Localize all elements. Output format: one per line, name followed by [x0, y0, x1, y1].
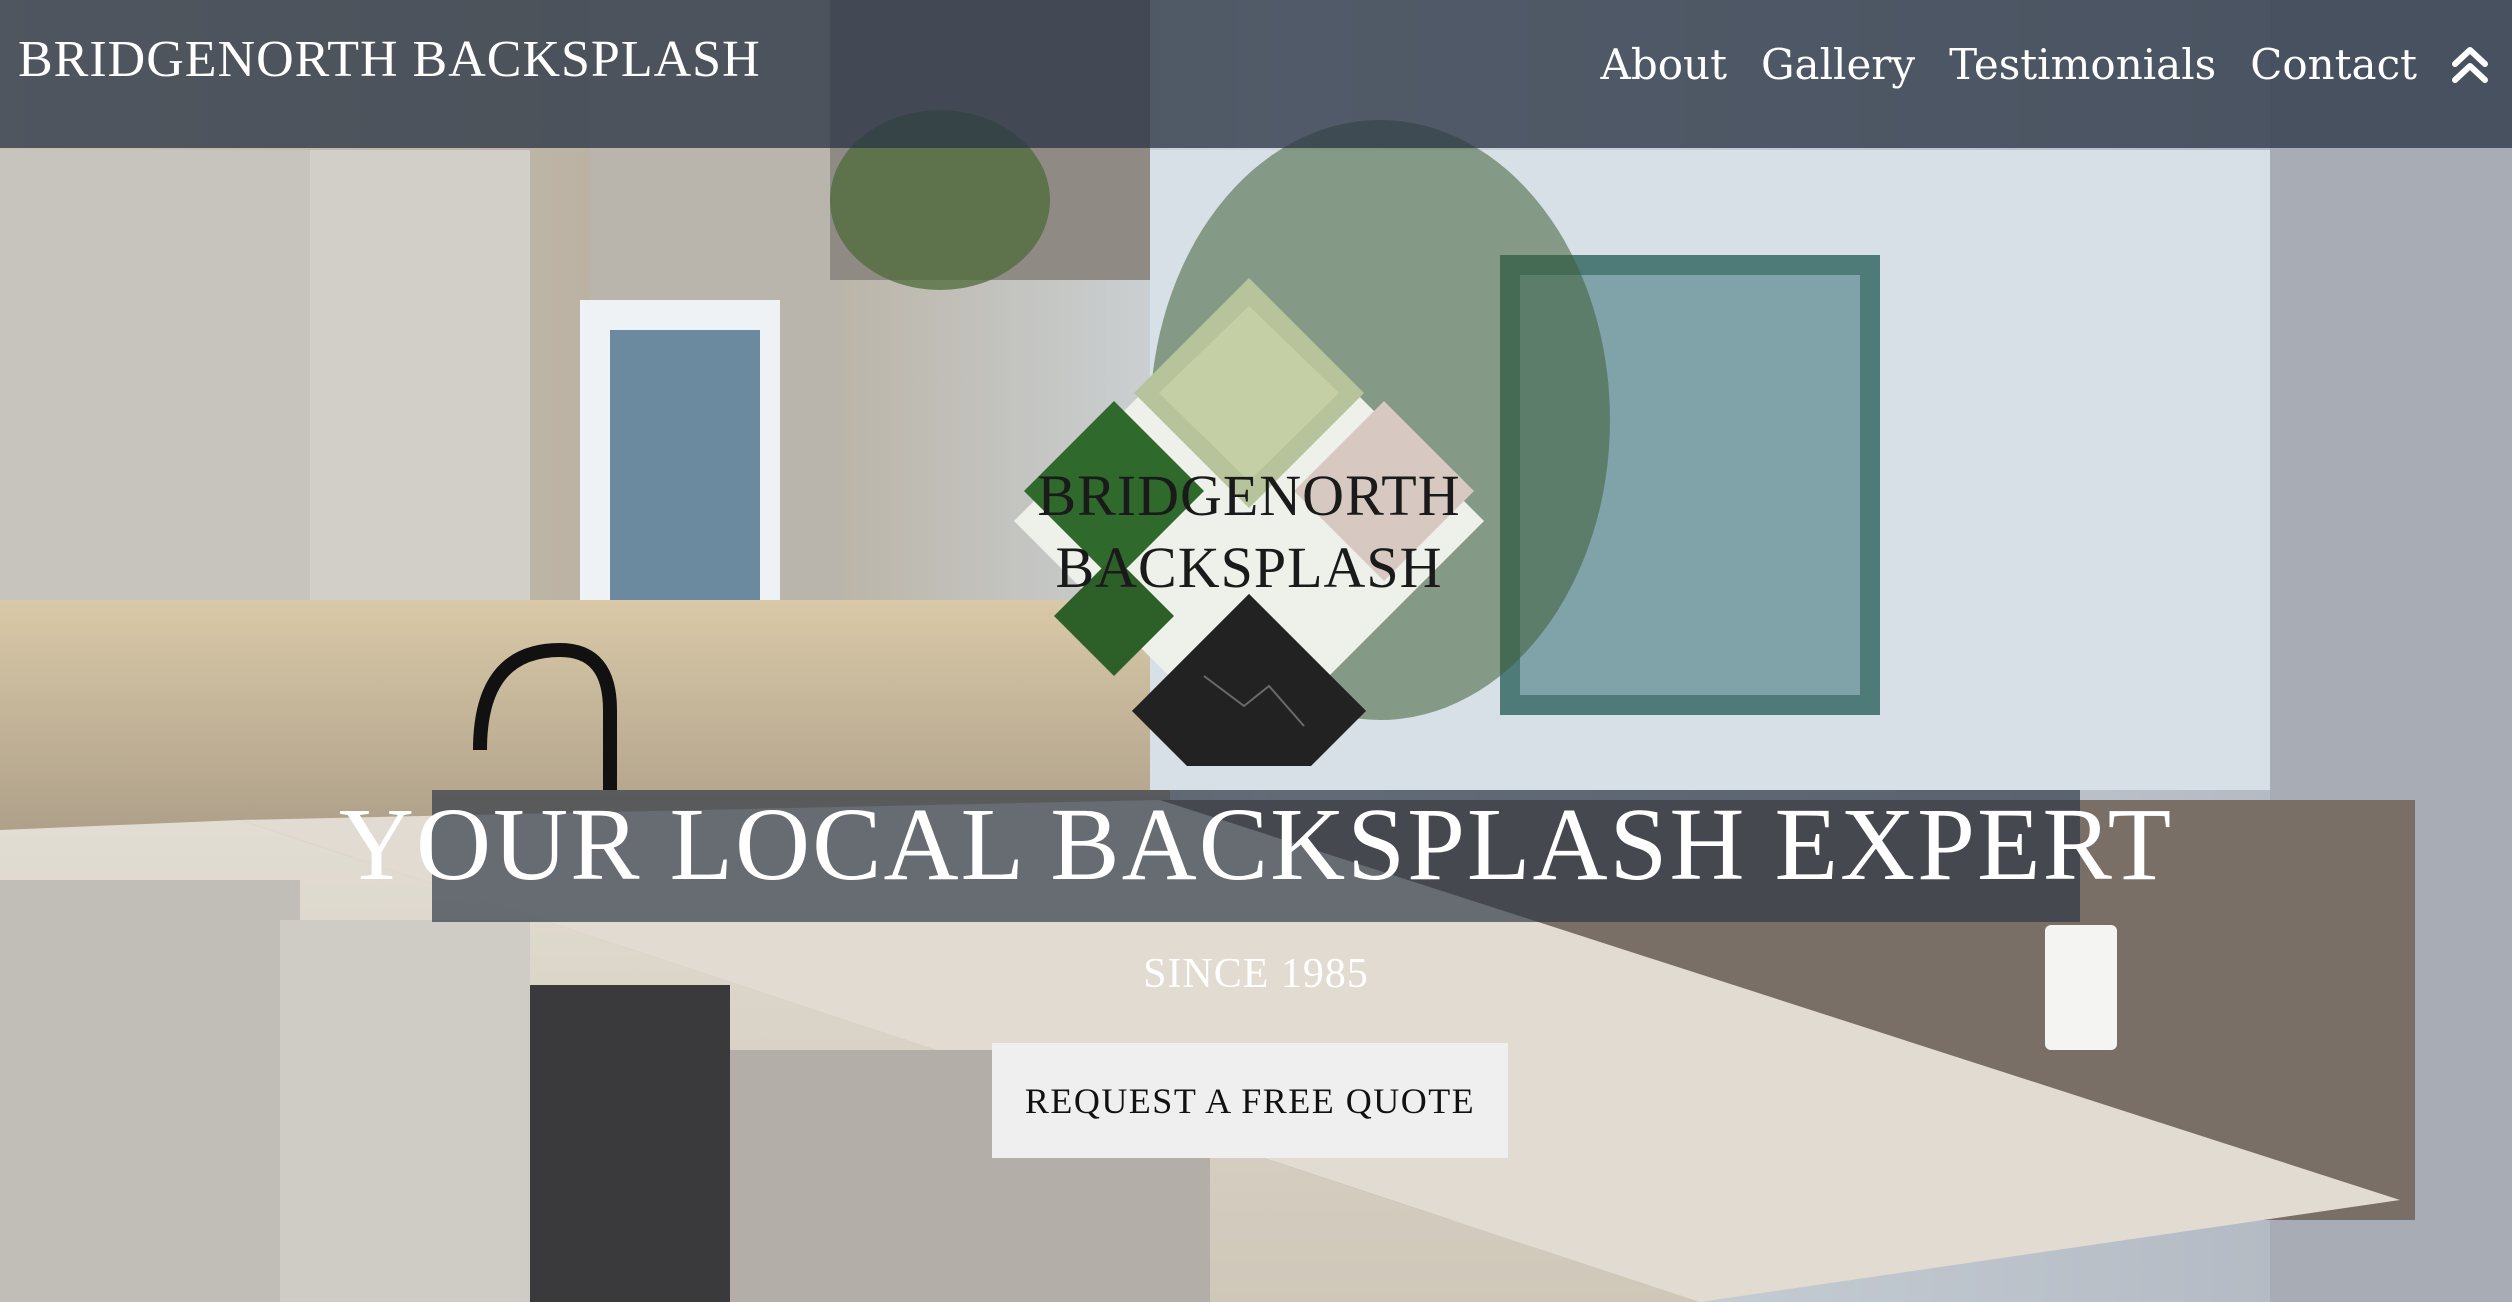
site-brand[interactable]: BRIDGENORTH BACKSPLASH [18, 30, 761, 89]
top-navbar: BRIDGENORTH BACKSPLASH About Gallery Tes… [0, 0, 2512, 148]
logo-text-line2: BACKSPLASH [1055, 535, 1443, 600]
request-quote-button[interactable]: REQUEST A FREE QUOTE [992, 1043, 1508, 1158]
nav-item-testimonials[interactable]: Testimonials [1949, 40, 2216, 89]
logo: BRIDGENORTH BACKSPLASH [1004, 276, 1494, 828]
hero-headline: YOUR LOCAL BACKSPLASH EXPERT [338, 787, 2174, 902]
logo-text-line1: BRIDGENORTH [1037, 463, 1461, 528]
nav-item-contact[interactable]: Contact [2250, 40, 2417, 89]
nav-item-about[interactable]: About [1601, 40, 1727, 89]
double-chevron-up-icon[interactable] [2450, 42, 2490, 86]
hero-section: BRIDGENORTH BACKSPLASH About Gallery Tes… [0, 0, 2512, 1302]
nav-menu: About Gallery Testimonials Contact [1601, 40, 2417, 89]
hero-subheading: SINCE 1985 [1143, 951, 1369, 997]
nav-item-gallery[interactable]: Gallery [1761, 40, 1915, 89]
